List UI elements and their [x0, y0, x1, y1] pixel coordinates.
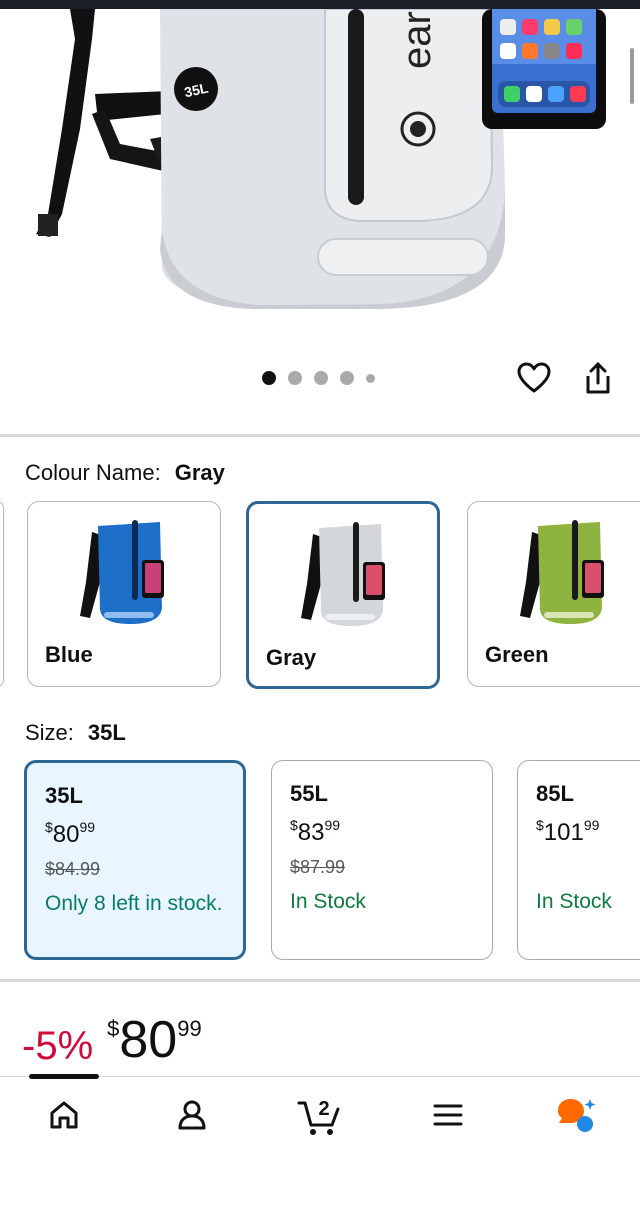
- share-button[interactable]: [578, 358, 618, 398]
- colour-label: Colour Name:: [25, 460, 161, 485]
- discount-percent: -5%: [22, 1024, 94, 1068]
- buybox-price: -5% $80 99: [22, 1010, 202, 1070]
- size-option-55l[interactable]: 55L $8399 $87.99 In Stock: [271, 760, 493, 960]
- size-option-price: $8399: [290, 817, 341, 846]
- nav-home-button[interactable]: [38, 1091, 90, 1139]
- colour-swatch-blue[interactable]: Blue: [27, 501, 221, 687]
- colour-swatch-green[interactable]: Green: [467, 501, 640, 687]
- size-option-was-price: $87.99: [290, 857, 346, 877]
- carousel-dot[interactable]: [262, 371, 276, 385]
- backpack-illustration: 35L ear: [36, 9, 606, 309]
- assistant-icon: [558, 1099, 596, 1132]
- size-option-stock: In Stock: [290, 890, 366, 913]
- size-option-stock: In Stock: [536, 890, 612, 913]
- active-tab-indicator: [29, 1074, 99, 1079]
- size-selected-value: 35L: [87, 720, 126, 745]
- colour-option-label: Blue: [45, 642, 93, 667]
- cart-icon: 2: [297, 1098, 340, 1135]
- colour-selected-value: Gray: [174, 460, 225, 485]
- gray-backpack-thumbnail: [301, 522, 385, 626]
- size-option-price: $10199: [536, 817, 600, 846]
- colour-label-row: Colour Name: Gray: [25, 460, 225, 486]
- size-option-price: $8099: [45, 819, 96, 848]
- share-icon: [586, 362, 610, 394]
- scrollbar[interactable]: [630, 48, 634, 104]
- green-backpack-thumbnail: [520, 520, 604, 624]
- carousel-dot[interactable]: [288, 371, 302, 385]
- nav-menu-button[interactable]: [422, 1091, 474, 1139]
- section-divider: [0, 434, 640, 437]
- size-option-was-price: [536, 857, 640, 883]
- size-option-stock: Only 8 left in stock.: [45, 892, 223, 915]
- blue-backpack-thumbnail: [80, 520, 164, 624]
- colour-option-label: Green: [485, 642, 549, 667]
- section-divider: [0, 979, 640, 982]
- nav-account-button[interactable]: [166, 1091, 218, 1139]
- nav-assistant-button[interactable]: [550, 1091, 602, 1139]
- brand-text: ear: [395, 11, 439, 69]
- size-label: Size:: [25, 720, 74, 745]
- size-option-label: 35L: [45, 783, 83, 808]
- cart-count: 2: [318, 1098, 329, 1120]
- size-option-85l[interactable]: 85L $10199 In Stock: [517, 760, 640, 960]
- nav-cart-button[interactable]: 2: [294, 1091, 346, 1139]
- size-label-row: Size: 35L: [25, 720, 126, 746]
- menu-icon: [433, 1104, 463, 1126]
- product-image[interactable]: 35L ear: [0, 9, 640, 349]
- colour-swatch-offscreen[interactable]: [0, 501, 4, 687]
- carousel-dot[interactable]: [340, 371, 354, 385]
- status-bar: [0, 0, 640, 9]
- colour-swatch-gray[interactable]: Gray: [246, 501, 440, 689]
- account-icon: [178, 1100, 206, 1130]
- current-price: $80 99: [107, 1011, 202, 1069]
- wishlist-button[interactable]: [514, 358, 554, 398]
- colour-option-label: Gray: [266, 645, 317, 670]
- heart-icon: [517, 362, 551, 393]
- size-option-label: 85L: [536, 781, 574, 806]
- carousel-dot[interactable]: [314, 371, 328, 385]
- carousel-dot[interactable]: [366, 373, 375, 383]
- image-carousel-dots[interactable]: [262, 371, 375, 385]
- home-icon: [50, 1101, 78, 1129]
- size-option-was-price: $84.99: [45, 859, 101, 879]
- size-option-label: 55L: [290, 781, 328, 806]
- size-option-35l[interactable]: 35L $8099 $84.99 Only 8 left in stock.: [24, 760, 246, 960]
